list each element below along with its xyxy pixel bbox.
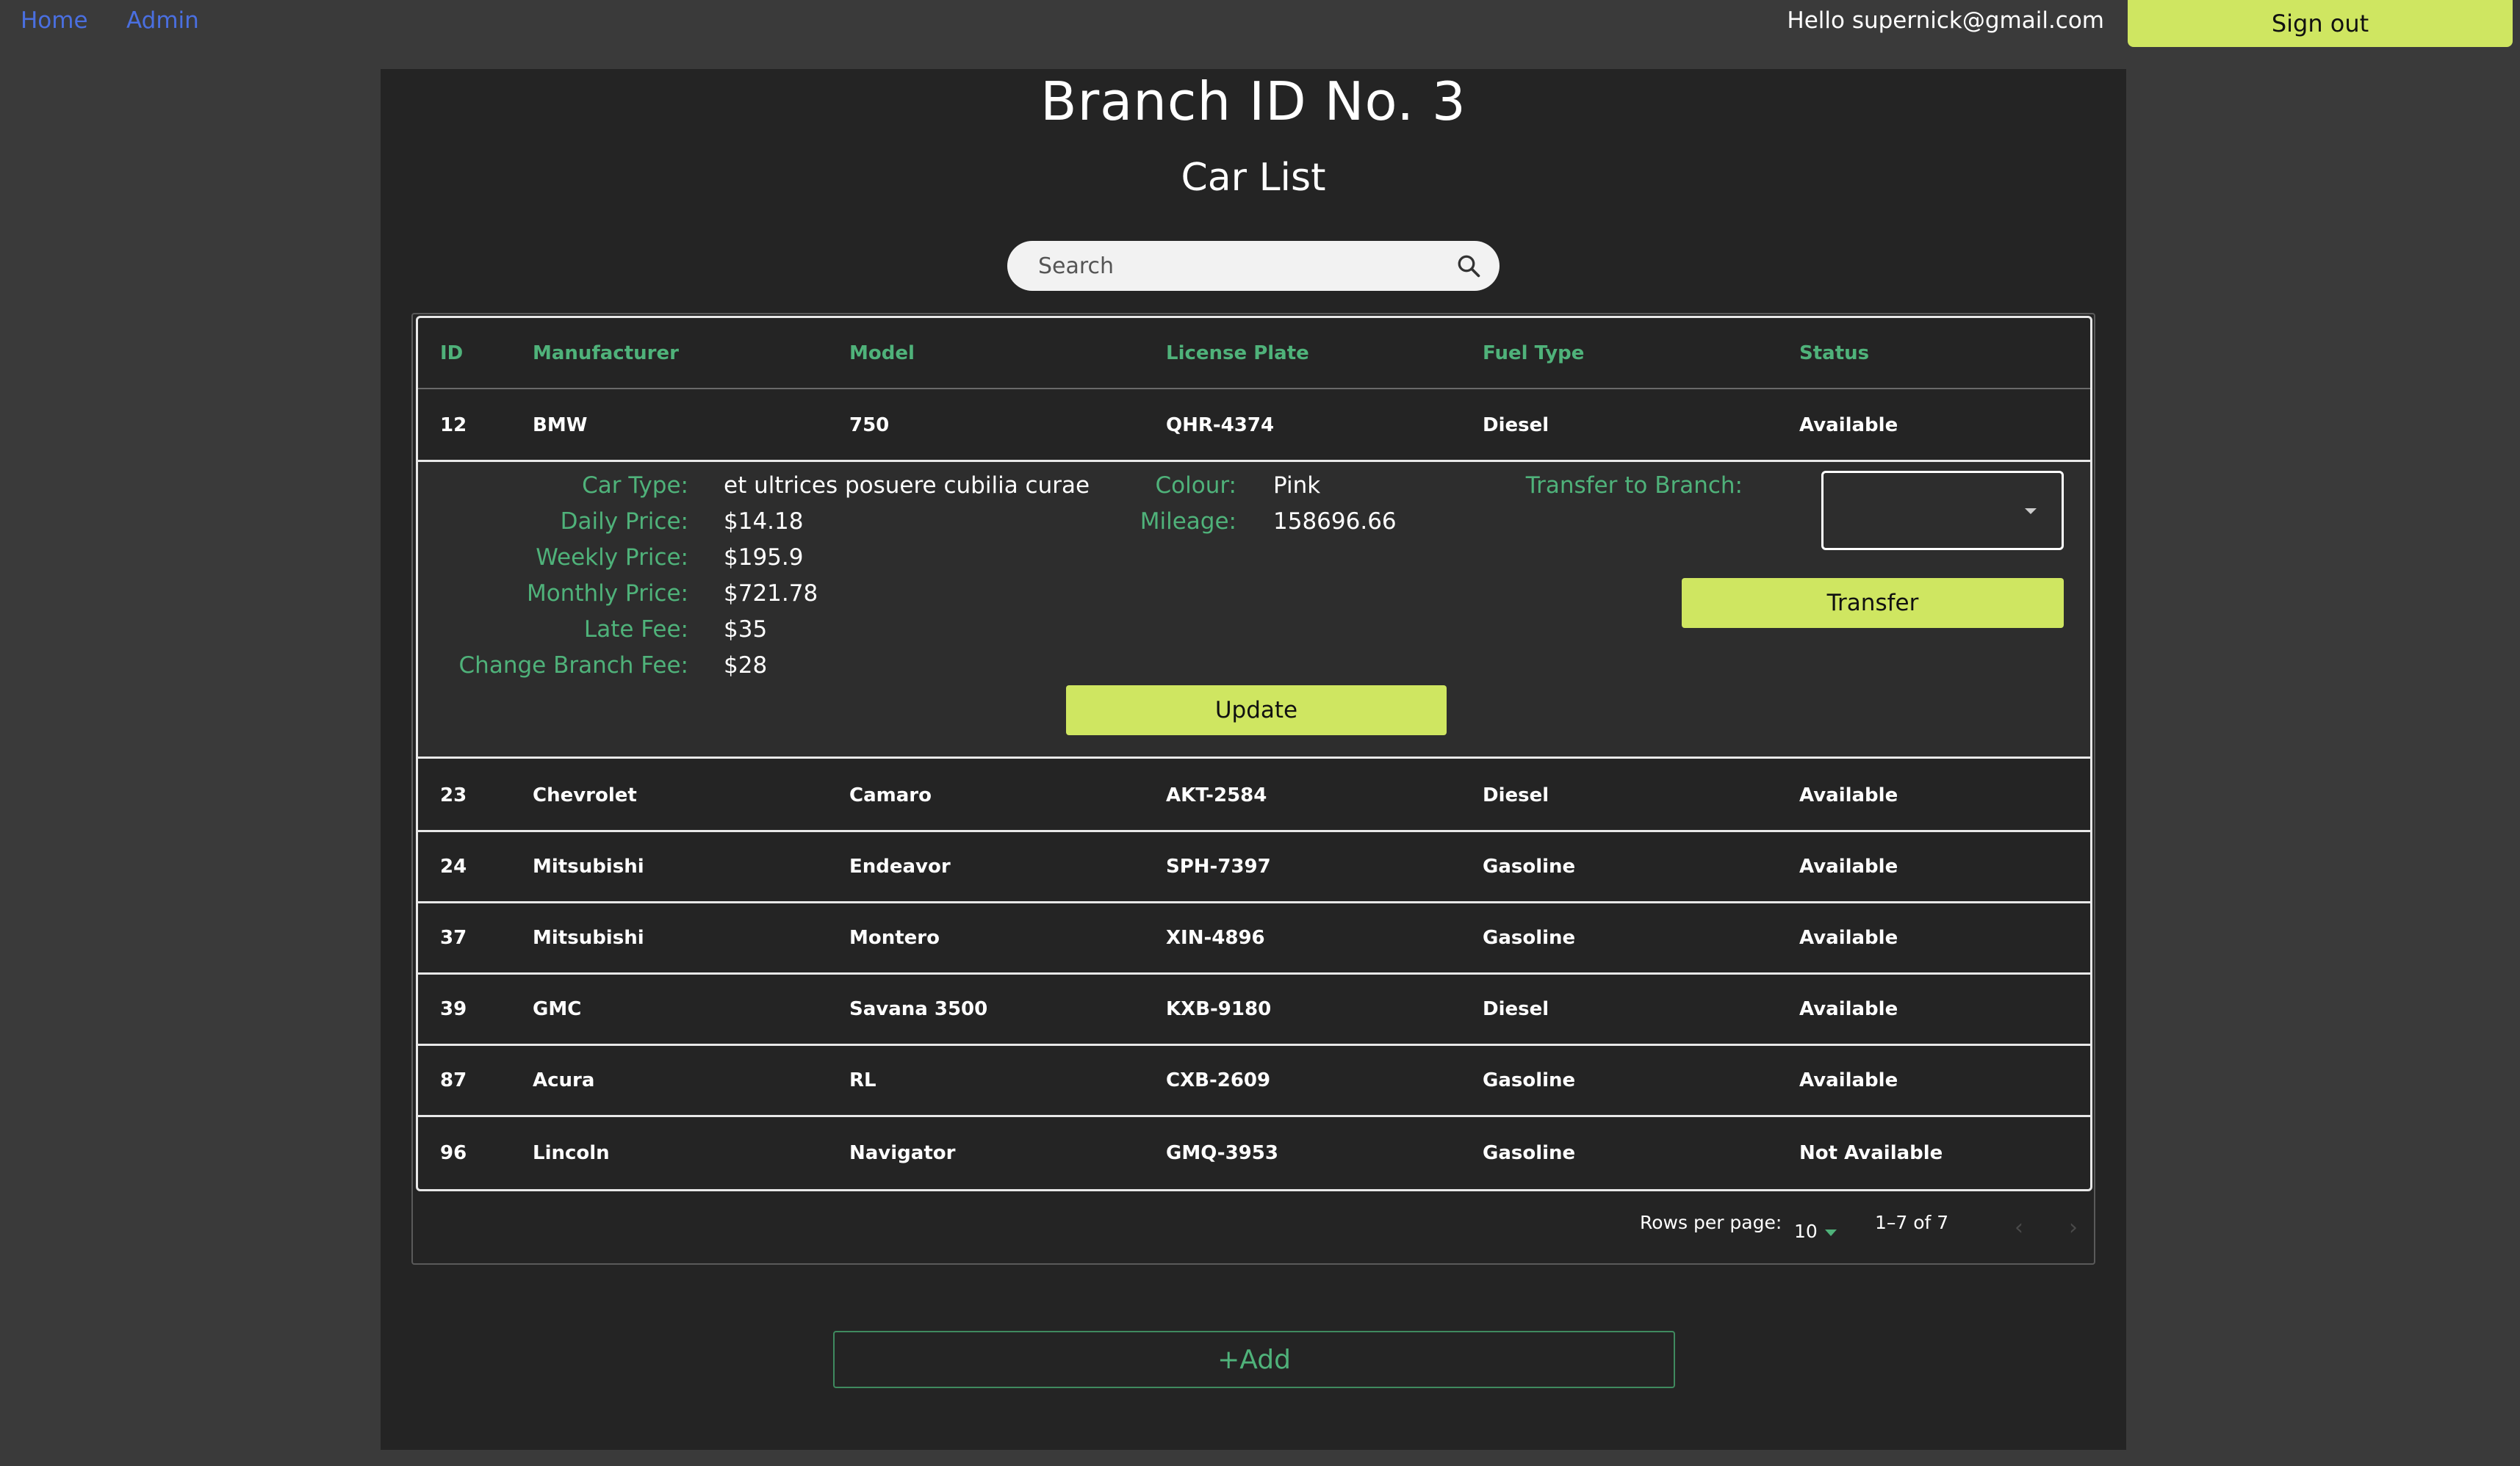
weekly-price-label: Weekly Price: xyxy=(536,544,688,571)
cell-status: Available xyxy=(1799,927,1898,949)
rows-per-page-label: Rows per page: xyxy=(1640,1212,1782,1233)
cell-id: 96 xyxy=(440,1141,467,1164)
cell-model: Savana 3500 xyxy=(849,998,988,1020)
cell-fuel-type: Gasoline xyxy=(1483,856,1576,878)
colour-label: Colour: xyxy=(1155,472,1236,499)
header-model[interactable]: Model xyxy=(849,342,915,364)
search-icon[interactable] xyxy=(1455,253,1482,279)
cell-fuel-type: Diesel xyxy=(1483,998,1549,1020)
cell-fuel-type: Gasoline xyxy=(1483,1069,1576,1091)
cell-status: Available xyxy=(1799,856,1898,878)
table-row[interactable]: 87 Acura RL CXB-2609 Gasoline Available xyxy=(418,1046,2090,1117)
add-car-button[interactable]: +Add xyxy=(833,1331,1675,1388)
table-row[interactable]: 96 Lincoln Navigator GMQ-3953 Gasoline N… xyxy=(418,1117,2090,1188)
table-row[interactable]: 37 Mitsubishi Montero XIN-4896 Gasoline … xyxy=(418,903,2090,975)
cell-id: 87 xyxy=(440,1069,467,1091)
mileage-label: Mileage: xyxy=(1140,508,1236,535)
table-row[interactable]: 39 GMC Savana 3500 KXB-9180 Diesel Avail… xyxy=(418,975,2090,1046)
car-detail-panel: Car Type: et ultrices posuere cubilia cu… xyxy=(418,462,2090,759)
cell-id: 24 xyxy=(440,856,467,878)
cell-model: Montero xyxy=(849,927,940,949)
cell-model: RL xyxy=(849,1069,876,1091)
rows-per-page-select[interactable]: 10 xyxy=(1794,1221,1818,1242)
daily-price-label: Daily Price: xyxy=(560,508,688,535)
top-nav: Home Admin Hello supernick@gmail.com Sig… xyxy=(0,0,2520,68)
cell-model: Endeavor xyxy=(849,856,951,878)
cell-status: Available xyxy=(1799,784,1898,806)
header-fuel-type[interactable]: Fuel Type xyxy=(1483,342,1584,364)
nav-home-link[interactable]: Home xyxy=(21,7,88,34)
transfer-branch-select[interactable] xyxy=(1821,471,2064,550)
cell-fuel-type: Gasoline xyxy=(1483,927,1576,949)
table-row[interactable]: 12 BMW 750 QHR-4374 Diesel Available xyxy=(418,391,2090,462)
user-greeting: Hello supernick@gmail.com xyxy=(1787,7,2104,34)
colour-value: Pink xyxy=(1273,472,1321,499)
main-panel: Branch ID No. 3 Car List ID Manufacturer… xyxy=(381,69,2126,1450)
cell-status: Available xyxy=(1799,414,1898,436)
cell-license-plate: CXB-2609 xyxy=(1166,1069,1271,1091)
sign-out-button[interactable]: Sign out xyxy=(2128,0,2513,47)
mileage-value: 158696.66 xyxy=(1273,508,1397,535)
search-input[interactable] xyxy=(1038,253,1455,279)
late-fee-value: $35 xyxy=(724,616,768,643)
table-row[interactable]: 24 Mitsubishi Endeavor SPH-7397 Gasoline… xyxy=(418,832,2090,903)
change-branch-fee-value: $28 xyxy=(724,652,768,679)
chevron-down-icon[interactable] xyxy=(1825,1230,1837,1236)
chevron-down-icon xyxy=(2025,508,2037,514)
cell-license-plate: QHR-4374 xyxy=(1166,414,1275,436)
cell-manufacturer: BMW xyxy=(533,414,588,436)
cell-license-plate: AKT-2584 xyxy=(1166,784,1267,806)
table-container: ID Manufacturer Model License Plate Fuel… xyxy=(411,313,2095,1265)
table-row[interactable]: 23 Chevrolet Camaro AKT-2584 Diesel Avai… xyxy=(418,761,2090,832)
cell-fuel-type: Gasoline xyxy=(1483,1141,1576,1164)
header-status[interactable]: Status xyxy=(1799,342,1869,364)
transfer-button[interactable]: Transfer xyxy=(1682,578,2064,628)
cell-id: 12 xyxy=(440,414,467,436)
cell-id: 39 xyxy=(440,998,467,1020)
cell-status: Available xyxy=(1799,998,1898,1020)
monthly-price-label: Monthly Price: xyxy=(526,580,688,607)
page-title: Branch ID No. 3 xyxy=(1040,71,1466,132)
cell-id: 37 xyxy=(440,927,467,949)
cell-status: Available xyxy=(1799,1069,1898,1091)
cell-model: Navigator xyxy=(849,1141,956,1164)
cell-manufacturer: Mitsubishi xyxy=(533,856,644,878)
header-license-plate[interactable]: License Plate xyxy=(1166,342,1309,364)
pagination-range: 1–7 of 7 xyxy=(1875,1212,1949,1233)
car-table: ID Manufacturer Model License Plate Fuel… xyxy=(416,316,2092,1191)
chevron-right-icon[interactable]: › xyxy=(2069,1215,2078,1241)
monthly-price-value: $721.78 xyxy=(724,580,818,607)
page-subtitle: Car List xyxy=(1181,156,1326,200)
late-fee-label: Late Fee: xyxy=(583,616,688,643)
cell-fuel-type: Diesel xyxy=(1483,414,1549,436)
table-pagination: Rows per page: 10 1–7 of 7 ‹ › xyxy=(413,1196,2094,1254)
cell-model: Camaro xyxy=(849,784,932,806)
car-type-value: et ultrices posuere cubilia curae xyxy=(724,472,1090,499)
cell-license-plate: GMQ-3953 xyxy=(1166,1141,1278,1164)
transfer-branch-label: Transfer to Branch: xyxy=(1525,472,1743,499)
update-button[interactable]: Update xyxy=(1066,685,1447,735)
header-id[interactable]: ID xyxy=(440,342,463,364)
cell-manufacturer: Mitsubishi xyxy=(533,927,644,949)
cell-license-plate: XIN-4896 xyxy=(1166,927,1265,949)
nav-admin-link[interactable]: Admin xyxy=(126,7,199,34)
weekly-price-value: $195.9 xyxy=(724,544,804,571)
cell-manufacturer: Lincoln xyxy=(533,1141,610,1164)
header-manufacturer[interactable]: Manufacturer xyxy=(533,342,679,364)
cell-manufacturer: Chevrolet xyxy=(533,784,637,806)
cell-manufacturer: GMC xyxy=(533,998,582,1020)
cell-status: Not Available xyxy=(1799,1141,1943,1164)
cell-license-plate: SPH-7397 xyxy=(1166,856,1271,878)
chevron-left-icon[interactable]: ‹ xyxy=(2015,1215,2023,1241)
table-header-row: ID Manufacturer Model License Plate Fuel… xyxy=(418,318,2090,389)
daily-price-value: $14.18 xyxy=(724,508,804,535)
cell-license-plate: KXB-9180 xyxy=(1166,998,1272,1020)
change-branch-fee-label: Change Branch Fee: xyxy=(458,652,688,679)
cell-id: 23 xyxy=(440,784,467,806)
cell-model: 750 xyxy=(849,414,890,436)
search-bar xyxy=(1007,241,1500,291)
car-type-label: Car Type: xyxy=(582,472,688,499)
cell-manufacturer: Acura xyxy=(533,1069,595,1091)
cell-fuel-type: Diesel xyxy=(1483,784,1549,806)
